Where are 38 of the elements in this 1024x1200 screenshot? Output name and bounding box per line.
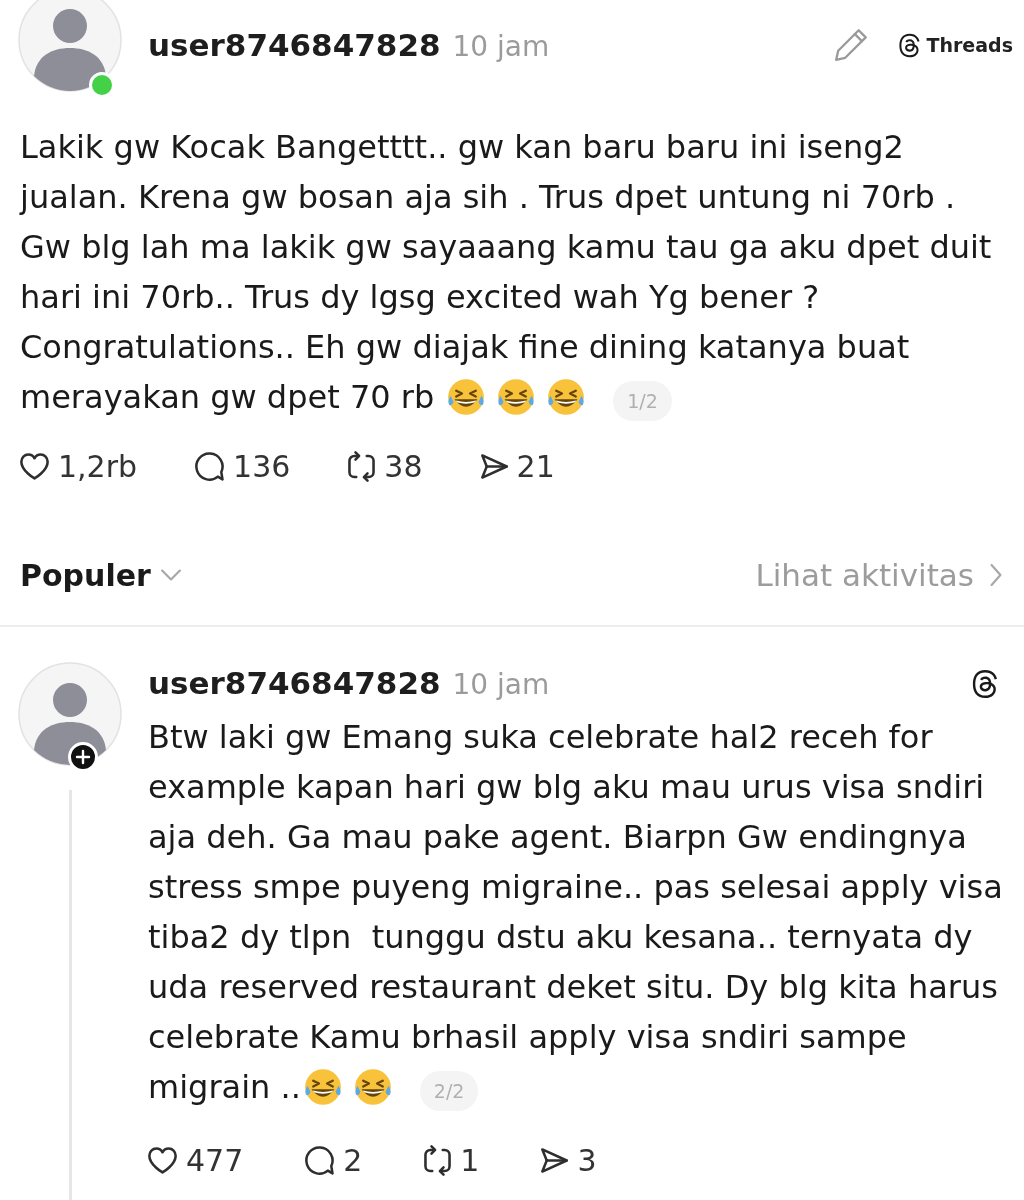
username[interactable]: user8746847828 xyxy=(148,663,441,703)
reply-button[interactable]: 2 xyxy=(305,1140,363,1180)
laughing-emoji-icon xyxy=(353,1068,392,1106)
brand-label: Threads xyxy=(926,34,1013,56)
page-indicator: 2/2 xyxy=(419,1071,479,1111)
heart-icon xyxy=(20,452,49,480)
laughing-emoji-icon xyxy=(547,378,586,416)
repost-icon xyxy=(424,1144,452,1176)
timestamp: 10 jam xyxy=(452,29,550,65)
heart-icon xyxy=(148,1146,177,1174)
comment-icon xyxy=(305,1145,335,1175)
share-button[interactable]: 21 xyxy=(480,446,555,486)
repost-button[interactable]: 1 xyxy=(424,1140,480,1180)
username[interactable]: user8746847828 xyxy=(148,25,441,65)
chevron-right-icon xyxy=(990,564,1002,586)
post-text: migrain .. xyxy=(148,1068,301,1106)
avatar-icon[interactable] xyxy=(18,662,122,766)
post-text: merayakan gw dpet 70 rb xyxy=(20,378,435,416)
plus-badge-icon[interactable] xyxy=(68,742,98,772)
pencil-icon[interactable] xyxy=(834,29,867,61)
timestamp: 10 jam xyxy=(452,667,550,703)
threads-logo-icon[interactable] xyxy=(970,669,1000,699)
send-icon xyxy=(541,1147,569,1173)
repost-icon xyxy=(348,450,376,482)
send-icon xyxy=(480,453,508,479)
like-button[interactable]: 1,2rb xyxy=(20,446,138,486)
chevron-down-icon xyxy=(160,569,181,581)
page-indicator: 1/2 xyxy=(613,381,672,421)
repost-button[interactable]: 38 xyxy=(348,446,423,486)
reply-button[interactable]: 136 xyxy=(195,446,291,486)
laughing-emoji-icon xyxy=(497,378,536,416)
laughing-emoji-icon xyxy=(303,1068,342,1106)
share-button[interactable]: 3 xyxy=(541,1140,597,1180)
laughing-emoji-icon xyxy=(447,378,486,416)
like-button[interactable]: 477 xyxy=(148,1140,244,1180)
threads-logo-icon[interactable] xyxy=(896,32,922,58)
comment-icon xyxy=(195,451,225,481)
sort-dropdown[interactable]: Populer xyxy=(20,557,181,593)
